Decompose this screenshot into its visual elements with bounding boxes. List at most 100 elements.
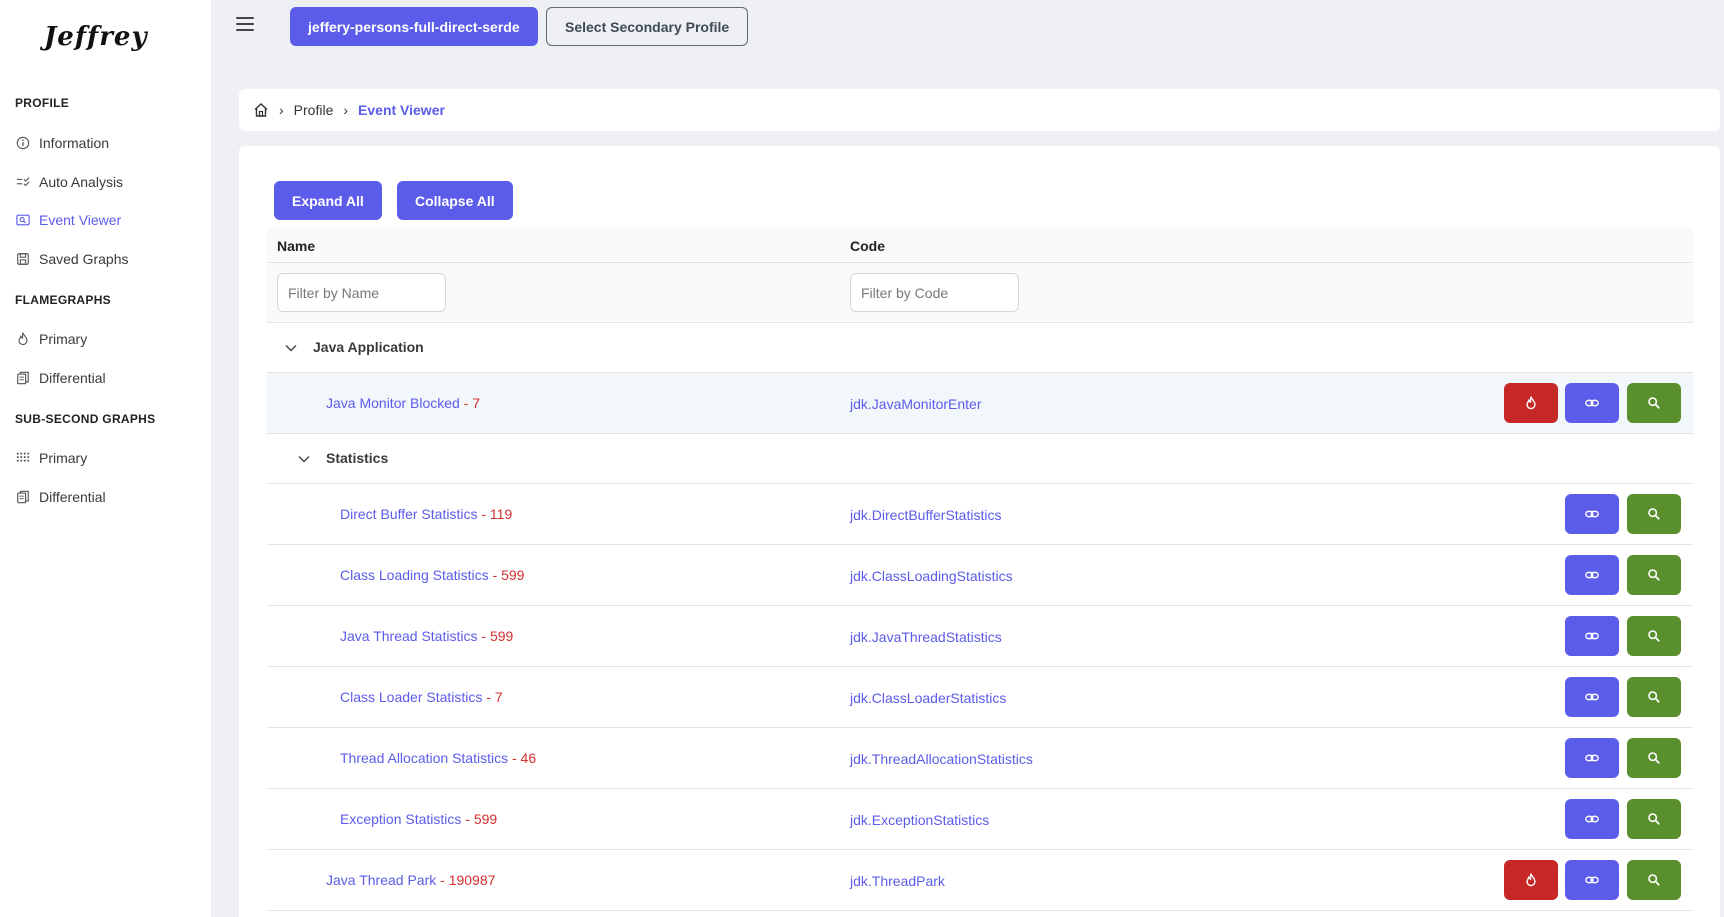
table-row: Exception Statistics - 599 jdk.Exception… <box>267 789 1693 850</box>
sidebar-item-information[interactable]: Information <box>15 131 109 155</box>
event-code-link[interactable]: jdk.ThreadAllocationStatistics <box>850 751 1033 767</box>
link-button[interactable] <box>1565 383 1619 423</box>
chevron-right-icon: › <box>279 102 284 118</box>
sidebar-item-label: Primary <box>39 450 88 466</box>
link-icon <box>1585 815 1599 823</box>
checklist-icon <box>15 174 31 190</box>
section-profile: PROFILE <box>15 96 70 110</box>
event-code-link[interactable]: jdk.ThreadPark <box>850 873 945 889</box>
group-row-statistics[interactable]: Statistics <box>267 434 1693 484</box>
filter-name-input[interactable] <box>277 273 446 312</box>
menu-toggle-button[interactable] <box>236 17 254 33</box>
search-icon <box>1648 508 1660 520</box>
link-icon <box>1585 632 1599 640</box>
event-code-link[interactable]: jdk.JavaThreadStatistics <box>850 629 1002 645</box>
sidebar-item-label: Primary <box>39 331 88 347</box>
table-row: Direct Buffer Statistics - 119 jdk.Direc… <box>267 484 1693 545</box>
link-button[interactable] <box>1565 616 1619 656</box>
event-name-link[interactable]: Java Monitor Blocked - 7 <box>326 395 480 411</box>
event-name-link[interactable]: Class Loader Statistics - 7 <box>340 689 503 705</box>
flamegraph-button[interactable] <box>1504 860 1558 900</box>
event-code-link[interactable]: jdk.ExceptionStatistics <box>850 812 989 828</box>
search-icon <box>1648 397 1660 409</box>
grid-icon <box>15 450 31 466</box>
search-button[interactable] <box>1627 738 1681 778</box>
sidebar-item-label: Information <box>39 135 110 151</box>
app-logo: Jeffrey <box>44 22 148 52</box>
link-button[interactable] <box>1565 555 1619 595</box>
search-button[interactable] <box>1627 383 1681 423</box>
link-icon <box>1585 876 1599 884</box>
fire-icon <box>15 331 31 347</box>
select-secondary-profile-button[interactable]: Select Secondary Profile <box>546 7 749 46</box>
event-name-link[interactable]: Class Loading Statistics - 599 <box>340 567 524 583</box>
chevron-down-icon[interactable] <box>297 452 311 466</box>
search-icon <box>1648 752 1660 764</box>
sidebar-item-label: Differential <box>39 370 106 386</box>
link-button[interactable] <box>1565 860 1619 900</box>
sidebar-item-saved-graphs[interactable]: Saved Graphs <box>15 247 129 271</box>
event-table: Name Code Java Application Java Monitor … <box>267 227 1693 911</box>
event-name-link[interactable]: Direct Buffer Statistics - 119 <box>340 506 512 522</box>
sidebar-item-label: Differential <box>39 489 106 505</box>
link-button[interactable] <box>1565 677 1619 717</box>
event-code-link[interactable]: jdk.JavaMonitorEnter <box>850 396 982 412</box>
chevron-right-icon: › <box>343 102 349 118</box>
fire-icon <box>1526 873 1536 887</box>
primary-profile-button[interactable]: jeffery-persons-full-direct-serde <box>290 7 538 46</box>
table-row: Class Loading Statistics - 599 jdk.Class… <box>267 545 1693 606</box>
table-row: Thread Allocation Statistics - 46 jdk.Th… <box>267 728 1693 789</box>
search-button[interactable] <box>1627 494 1681 534</box>
sidebar-item-label: Saved Graphs <box>39 251 129 267</box>
breadcrumb: › Profile › Event Viewer <box>239 89 1720 131</box>
sidebar-item-label: Auto Analysis <box>39 174 124 190</box>
home-icon[interactable] <box>253 102 269 118</box>
files-icon <box>15 370 31 386</box>
search-button[interactable] <box>1627 799 1681 839</box>
chevron-down-icon[interactable] <box>284 341 298 355</box>
filter-code-input[interactable] <box>850 273 1019 312</box>
event-name-link[interactable]: Java Thread Park - 190987 <box>326 872 495 888</box>
sidebar-item-flamegraph-differential[interactable]: Differential <box>15 366 106 390</box>
expand-all-button[interactable]: Expand All <box>274 181 382 220</box>
filter-row <box>267 263 1693 323</box>
event-code-link[interactable]: jdk.ClassLoadingStatistics <box>850 568 1013 584</box>
search-button[interactable] <box>1627 860 1681 900</box>
search-button[interactable] <box>1627 555 1681 595</box>
table-header: Name Code <box>267 227 1693 263</box>
event-code-link[interactable]: jdk.DirectBufferStatistics <box>850 507 1001 523</box>
link-button[interactable] <box>1565 494 1619 534</box>
sidebar-item-event-viewer[interactable]: Event Viewer <box>15 208 121 232</box>
search-icon <box>1648 813 1660 825</box>
search-button[interactable] <box>1627 677 1681 717</box>
section-flamegraphs: FLAMEGRAPHS <box>15 293 111 307</box>
event-name-link[interactable]: Java Thread Statistics - 599 <box>340 628 513 644</box>
table-row: Class Loader Statistics - 7 jdk.ClassLoa… <box>267 667 1693 728</box>
link-button[interactable] <box>1565 799 1619 839</box>
files-icon <box>15 489 31 505</box>
group-label: Statistics <box>326 450 389 466</box>
link-button[interactable] <box>1565 738 1619 778</box>
table-row: Java Thread Statistics - 599 jdk.JavaThr… <box>267 606 1693 667</box>
search-icon <box>1648 691 1660 703</box>
search-icon <box>1648 874 1660 886</box>
breadcrumb-profile[interactable]: Profile <box>294 102 334 118</box>
section-sub-second-graphs: SUB-SECOND GRAPHS <box>15 412 156 426</box>
event-name-link[interactable]: Thread Allocation Statistics - 46 <box>340 750 536 766</box>
sidebar-item-subsecond-differential[interactable]: Differential <box>15 485 106 509</box>
sidebar-item-auto-analysis[interactable]: Auto Analysis <box>15 170 123 194</box>
link-icon <box>1585 399 1599 407</box>
table-row: Java Monitor Blocked - 7 jdk.JavaMonitor… <box>267 373 1693 434</box>
breadcrumb-event-viewer: Event Viewer <box>358 102 445 118</box>
event-code-link[interactable]: jdk.ClassLoaderStatistics <box>850 690 1006 706</box>
event-name-link[interactable]: Exception Statistics - 599 <box>340 811 497 827</box>
collapse-all-button[interactable]: Collapse All <box>397 181 513 220</box>
sidebar: Jeffrey PROFILE Information Auto Analysi… <box>0 0 211 917</box>
group-row-java-application[interactable]: Java Application <box>267 323 1693 373</box>
flamegraph-button[interactable] <box>1504 383 1558 423</box>
link-icon <box>1585 754 1599 762</box>
search-button[interactable] <box>1627 616 1681 656</box>
sidebar-item-flamegraph-primary[interactable]: Primary <box>15 327 87 351</box>
table-row: Java Thread Park - 190987 jdk.ThreadPark <box>267 850 1693 911</box>
sidebar-item-subsecond-primary[interactable]: Primary <box>15 446 87 470</box>
